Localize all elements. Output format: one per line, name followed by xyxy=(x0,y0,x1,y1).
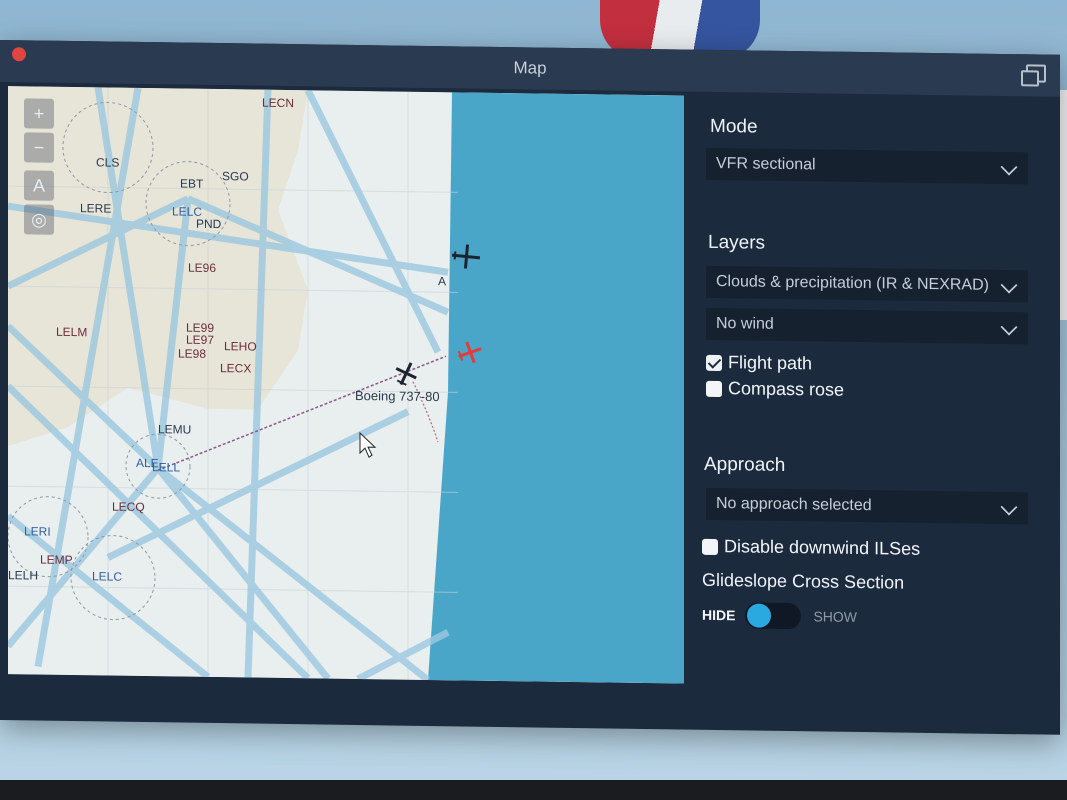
chevron-down-icon xyxy=(1000,158,1018,176)
flight-path-checkbox[interactable] xyxy=(706,354,722,371)
map-label-lelm: LELM xyxy=(56,324,88,340)
map-label-le97: LE97 xyxy=(186,332,215,347)
mode-heading: Mode xyxy=(710,115,758,138)
disable-downwind-label: Disable downwind ILSes xyxy=(724,536,921,559)
compass-rose-checkbox[interactable] xyxy=(706,380,722,397)
zoom-out-button[interactable]: − xyxy=(24,132,54,163)
mode-select-value: VFR sectional xyxy=(716,154,816,174)
weather-layer-value: Clouds & precipitation (IR & NEXRAD) xyxy=(716,272,989,294)
sea-area xyxy=(428,92,684,684)
layers-heading: Layers xyxy=(708,231,766,254)
monitor-bezel xyxy=(0,780,1067,800)
text-size-button[interactable]: A xyxy=(24,170,54,201)
map-label-a: A xyxy=(438,274,447,289)
popout-window-icon[interactable] xyxy=(1026,64,1046,83)
toggle-show-label: SHOW xyxy=(813,608,858,625)
aircraft-label: Boeing 737-80 xyxy=(355,387,440,405)
chevron-down-icon xyxy=(1000,498,1018,516)
approach-select[interactable]: No approach selected xyxy=(706,487,1028,525)
window-title: Map xyxy=(513,58,547,78)
wind-layer-select[interactable]: No wind xyxy=(706,307,1028,345)
map-label-cls: CLS xyxy=(96,155,120,170)
approach-select-value: No approach selected xyxy=(716,494,872,515)
approach-heading: Approach xyxy=(704,453,786,476)
mode-select[interactable]: VFR sectional xyxy=(706,147,1028,185)
glideslope-heading: Glideslope Cross Section xyxy=(702,569,905,593)
map-label-ebt: EBT xyxy=(180,176,204,191)
compass-rose-label: Compass rose xyxy=(728,378,845,400)
map-label-le98: LE98 xyxy=(178,346,207,361)
zoom-in-button[interactable]: + xyxy=(24,98,54,129)
map-window: Map + − A ◎ LECN CLS EBT SGO LERE LELC P… xyxy=(0,40,1060,735)
map-label-pnd: PND xyxy=(196,216,222,232)
locate-icon[interactable]: ◎ xyxy=(24,204,54,235)
map-label-lere: LERE xyxy=(80,201,112,216)
map-view[interactable]: + − A ◎ LECN CLS EBT SGO LERE LELC PND L… xyxy=(8,86,684,684)
map-label-leri: LERI xyxy=(24,524,51,539)
toggle-hide-label: HIDE xyxy=(702,606,736,624)
chevron-down-icon xyxy=(1000,318,1018,336)
map-label-lecx: LECX xyxy=(220,361,252,376)
map-label-lecn: LECN xyxy=(262,95,295,111)
flight-path-checkbox-row[interactable]: Flight path xyxy=(706,352,812,374)
wind-layer-value: No wind xyxy=(716,314,774,333)
map-label-lemu: LEMU xyxy=(158,422,192,437)
map-label-le96: LE96 xyxy=(188,260,217,276)
glideslope-toggle[interactable] xyxy=(745,602,802,630)
map-label-lell: LELL xyxy=(152,460,181,475)
toggle-knob xyxy=(747,603,772,628)
disable-downwind-checkbox[interactable] xyxy=(702,538,718,555)
close-icon[interactable] xyxy=(12,47,26,62)
map-label-lemp: LEMP xyxy=(40,552,73,568)
map-label-lecq: LECQ xyxy=(112,499,145,515)
compass-rose-checkbox-row[interactable]: Compass rose xyxy=(706,378,844,401)
glideslope-toggle-row: HIDE SHOW xyxy=(702,602,857,630)
map-label-sgo: SGO xyxy=(222,169,249,184)
map-label-lelh: LELH xyxy=(8,568,39,583)
map-settings-panel: Mode VFR sectional Layers Clouds & preci… xyxy=(692,96,1044,701)
map-canvas xyxy=(8,86,684,684)
weather-layer-select[interactable]: Clouds & precipitation (IR & NEXRAD) xyxy=(706,265,1028,303)
map-label-leho: LEHO xyxy=(224,339,257,354)
disable-downwind-checkbox-row[interactable]: Disable downwind ILSes xyxy=(702,536,920,560)
flight-path-label: Flight path xyxy=(728,352,813,374)
chevron-down-icon xyxy=(1000,276,1018,294)
map-label-lelc-bottom: LELC xyxy=(92,569,123,584)
